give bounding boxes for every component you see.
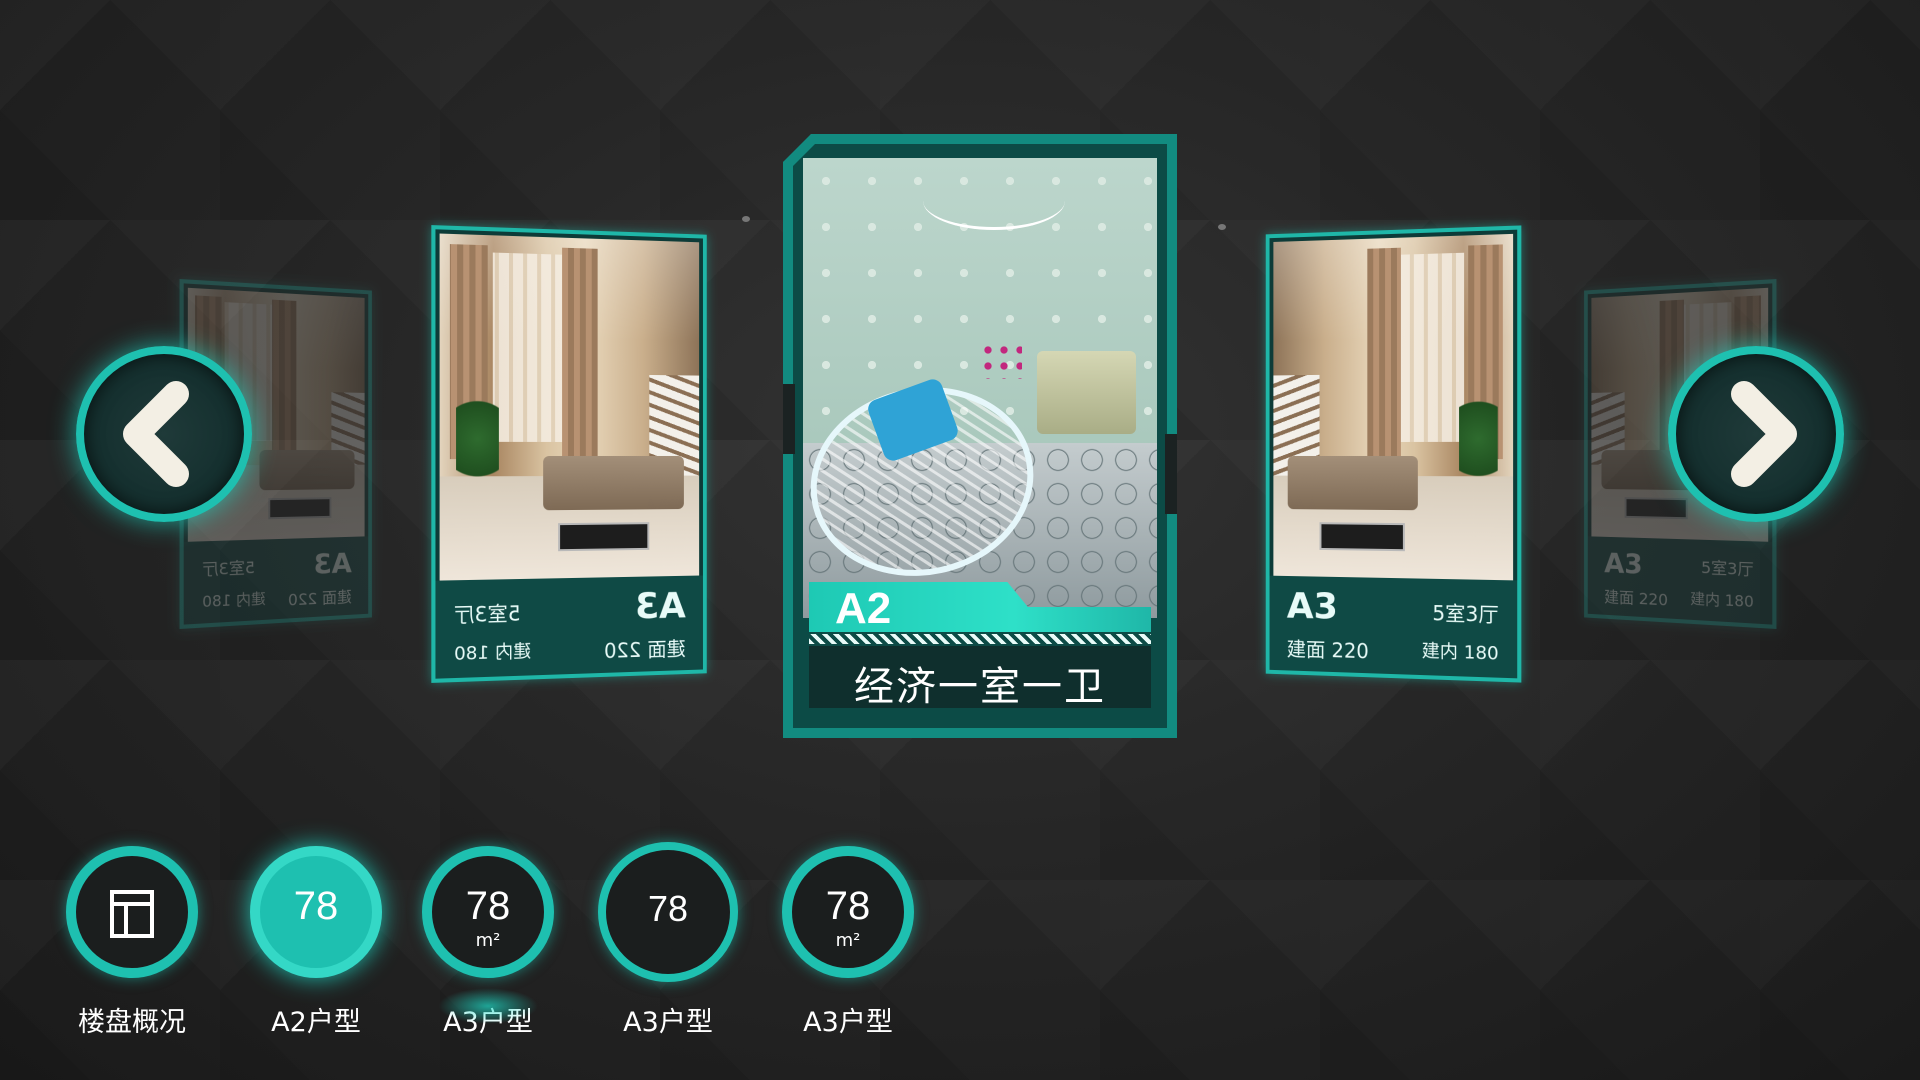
card-rooms: 5室3厅 xyxy=(454,601,521,628)
menu-circle: 78 m² xyxy=(422,846,554,978)
menu-value: 78 xyxy=(465,884,511,928)
prev-button[interactable] xyxy=(76,346,252,522)
card-area: 建面 220 xyxy=(288,587,352,610)
card-area: 建面 220 xyxy=(1604,587,1668,610)
next-button[interactable] xyxy=(1668,346,1844,522)
card-area: 建面 220 xyxy=(603,636,686,663)
card-inner-area: 建内 180 xyxy=(454,641,532,665)
card-code: A2 xyxy=(835,584,892,633)
menu-item-a3-2[interactable]: 78 A3户型 xyxy=(598,842,738,1039)
menu-unit: m² xyxy=(835,930,861,951)
chevron-right-icon xyxy=(1731,381,1797,487)
menu-circle xyxy=(66,846,198,978)
decor-stripe xyxy=(809,634,1151,644)
card-rooms: 5室3厅 xyxy=(1432,600,1499,627)
menu-circle: 78 xyxy=(598,842,738,982)
menu-value: 78 xyxy=(293,884,339,928)
decor-dot xyxy=(742,216,750,222)
document-layout-icon xyxy=(110,890,154,938)
card-code: A3 xyxy=(1286,585,1338,628)
card-inner-area: 建内 180 xyxy=(1690,589,1754,612)
card-rooms: 5室3厅 xyxy=(202,557,255,580)
carousel-card-left[interactable]: A3 建面 220 5室3厅 建内 180 xyxy=(431,225,707,683)
card-code: A3 xyxy=(313,546,352,581)
card-info: A3 建面 220 5室3厅 建内 180 xyxy=(1269,575,1518,679)
card-code: A3 xyxy=(634,585,686,628)
card-inner-area: 建内 180 xyxy=(1421,640,1499,665)
menu-item-overview[interactable]: 楼盘概况 xyxy=(62,846,202,1039)
card-rooms: 5室3厅 xyxy=(1701,557,1754,580)
menu-label: A2户型 xyxy=(271,1007,361,1038)
menu-value: 78 xyxy=(647,888,689,929)
menu-unit: m² xyxy=(475,930,501,951)
menu-circle: 78 m² xyxy=(782,846,914,978)
menu-item-a3-1[interactable]: 78 m² A3户型 xyxy=(418,846,558,1039)
card-title: 经济一室一卫 xyxy=(854,664,1106,710)
frame-notch xyxy=(783,384,795,454)
menu-label: 楼盘概况 xyxy=(78,1007,186,1038)
card-area: 建面 220 xyxy=(1286,636,1369,664)
room-photo xyxy=(439,233,700,581)
card-code: A3 xyxy=(1604,546,1643,581)
card-info: A3 建面 220 5室3厅 建内 180 xyxy=(1587,536,1773,625)
card-inner-area: 建内 180 xyxy=(202,589,266,612)
menu-label: A3户型 xyxy=(803,1007,893,1038)
card-info: A3 建面 220 5室3厅 建内 180 xyxy=(183,536,369,625)
room-photo xyxy=(1273,233,1514,581)
menu-item-a3-3[interactable]: 78 m² A3户型 xyxy=(778,846,918,1039)
carousel-card-right[interactable]: A3 建面 220 5室3厅 建内 180 xyxy=(1265,225,1522,683)
menu-item-a2[interactable]: 78 A2户型 xyxy=(246,846,386,1039)
frame-notch xyxy=(1165,434,1177,514)
chevron-left-icon xyxy=(123,381,189,487)
menu-label: A3户型 xyxy=(623,1007,713,1038)
decor-dot xyxy=(1218,224,1226,230)
menu-value: 78 xyxy=(825,884,871,928)
menu-circle: 78 xyxy=(250,846,382,978)
room-photo xyxy=(803,158,1157,618)
carousel-card-center[interactable]: A2 经济一室一卫 xyxy=(783,134,1177,738)
selection-glow xyxy=(438,988,538,1024)
card-info: A3 建面 220 5室3厅 建内 180 xyxy=(435,575,703,679)
